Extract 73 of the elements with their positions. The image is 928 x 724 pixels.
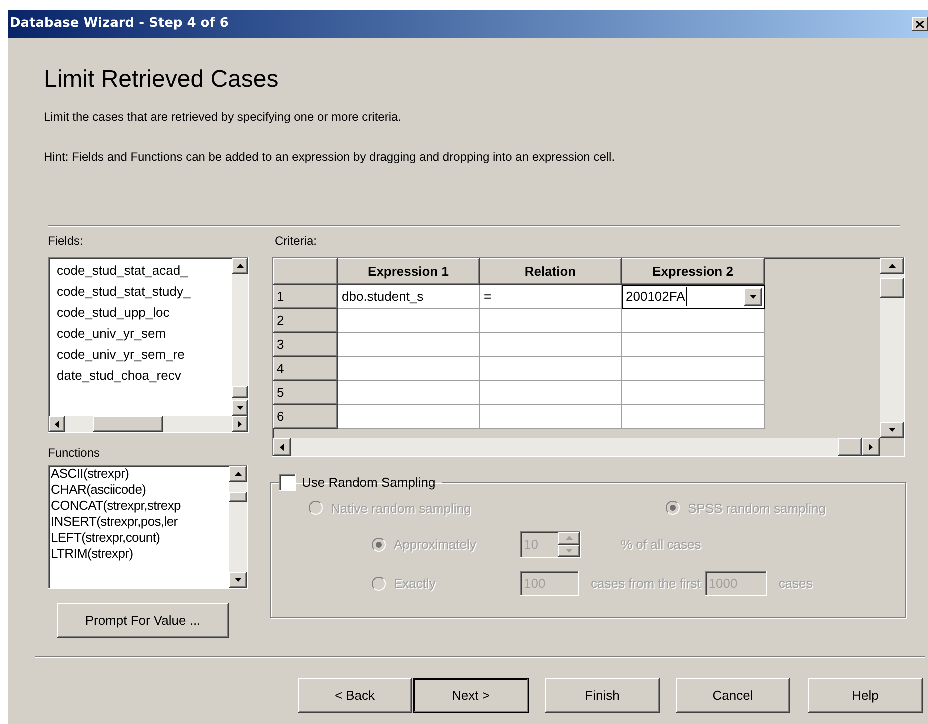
scrollbar-thumb[interactable] [838,438,862,456]
function-item[interactable]: INSERT(strexpr,pos,ler [51,514,178,530]
function-item[interactable]: LEFT(strexpr,count) [51,530,160,546]
fields-list[interactable]: code_stud_stat_acad_ code_stud_stat_study_ code_stud_upp_loc code_univ_yr_sem code_univ_yr_sem_re date_stud_choa_recv [48,257,249,433]
scroll-right-button[interactable] [862,438,880,456]
row-header[interactable]: 6 [274,404,338,428]
field-item[interactable]: code_stud_upp_loc [57,302,170,323]
wizard-button[interactable]: Help [808,678,923,713]
fields-label: Fields: [48,233,84,249]
arrow-right-icon [869,444,873,450]
scrollbar-thumb[interactable] [229,492,247,502]
wizard-button[interactable]: Next > [413,678,529,713]
scroll-up-button[interactable] [229,466,247,482]
row-header[interactable]: 4 [274,356,338,380]
description-text: Limit the cases that are retrieved by specifying one or more criteria. [44,109,402,125]
field-item[interactable]: code_univ_yr_sem_re [57,344,185,365]
wizard-button[interactable]: Finish [545,678,660,713]
scroll-down-button[interactable] [232,400,248,416]
wizard-button[interactable]: < Back [298,678,412,713]
row-header[interactable]: 1 [274,284,338,308]
arrow-left-icon [55,420,59,428]
function-item[interactable]: CHAR(asciicode) [51,482,146,498]
grid-corner [274,258,338,284]
arrow-up-icon [236,264,244,268]
criteria-label: Criteria: [275,233,318,249]
arrow-up-icon [888,264,896,268]
arrow-down-icon [888,428,896,432]
arrow-down-icon [750,294,756,298]
scroll-down-button[interactable] [229,572,247,588]
close-icon [916,20,924,28]
arrow-up-icon [566,536,572,540]
functions-list[interactable]: ASCII(strexpr) CHAR(asciicode) CONCAT(strexpr,strexp INSERT(strexpr,pos,ler LEFT(strexpr,count) LTRIM(strexpr) [48,465,248,589]
arrow-down-icon [236,406,244,410]
cell-value: 200102FA [626,286,688,306]
column-header[interactable]: Expression 1 [338,258,480,284]
table-cell[interactable]: = [480,284,622,308]
row-header[interactable]: 3 [274,332,338,356]
dropdown-button[interactable] [744,288,762,306]
close-button[interactable] [912,17,928,31]
arrow-down-icon [566,548,572,553]
arrow-up-icon [234,472,242,476]
window-title: Database Wizard - Step 4 of 6 [10,15,229,34]
scrollbar-thumb[interactable] [232,386,248,398]
scroll-up-button[interactable] [232,258,248,274]
arrow-right-icon [238,420,242,428]
field-item[interactable]: date_stud_choa_recv [57,365,182,386]
scroll-left-button[interactable] [49,416,65,432]
field-item[interactable]: code_stud_stat_acad_ [57,260,188,281]
scroll-left-button[interactable] [273,438,291,456]
column-header[interactable]: Relation [480,258,622,284]
page-heading: Limit Retrieved Cases [44,65,279,95]
function-item[interactable]: CONCAT(strexpr,strexp [51,498,181,514]
scroll-down-button[interactable] [880,422,904,438]
column-header[interactable]: Expression 2 [622,258,764,284]
function-item[interactable]: LTRIM(strexpr) [51,546,134,562]
row-header[interactable]: 2 [274,308,338,332]
scroll-up-button[interactable] [880,258,904,274]
scrollbar-thumb[interactable] [93,416,163,432]
wizard-button[interactable]: Cancel [676,678,790,713]
field-item[interactable]: code_stud_stat_study_ [57,281,191,302]
cell-combo-field[interactable]: 200102FA [622,284,764,308]
table-cell[interactable]: dbo.student_s [338,284,480,308]
criteria-grid[interactable]: Expression 1 Relation Expression 2 1 dbo.student_s = 200102FA 2 3 4 5 6 [272,257,905,457]
field-item[interactable]: code_univ_yr_sem [57,323,166,344]
arrow-left-icon [280,444,284,450]
arrow-down-icon [234,578,242,582]
function-item[interactable]: ASCII(strexpr) [51,466,130,482]
hint-text: Hint: Fields and Functions can be added to an expression by dragging and dropping into an expression cell. [44,149,616,165]
prompt-for-value-button[interactable]: Prompt For Value ... [57,603,229,638]
row-header[interactable]: 5 [274,380,338,404]
scroll-right-button[interactable] [232,416,248,432]
scrollbar-thumb[interactable] [880,278,904,298]
functions-label: Functions [48,445,100,461]
